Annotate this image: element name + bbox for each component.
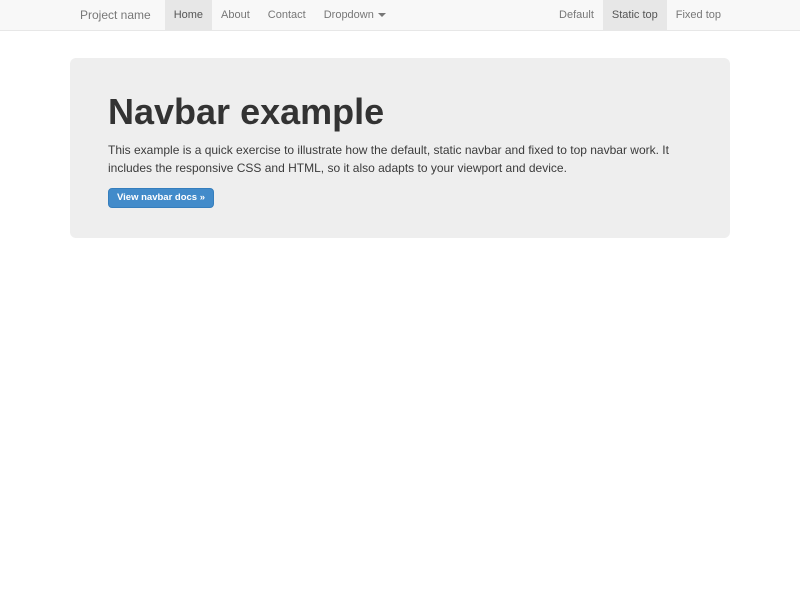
nav-item-fixed-top[interactable]: Fixed top	[667, 0, 730, 30]
nav-item-dropdown[interactable]: Dropdown	[315, 0, 395, 30]
nav-item-dropdown-label: Dropdown	[324, 9, 374, 21]
nav-item-static-top[interactable]: Static top	[603, 0, 667, 30]
navbar-brand[interactable]: Project name	[70, 0, 165, 30]
top-navbar: Project name Home About Contact Dropdown…	[0, 0, 800, 31]
view-navbar-docs-button[interactable]: View navbar docs »	[108, 188, 214, 208]
navbar-left-nav: Home About Contact Dropdown	[165, 0, 395, 30]
nav-item-contact[interactable]: Contact	[259, 0, 315, 30]
nav-item-default[interactable]: Default	[550, 0, 603, 30]
jumbotron: Navbar example This example is a quick e…	[70, 58, 730, 238]
nav-item-about[interactable]: About	[212, 0, 259, 30]
nav-item-home[interactable]: Home	[165, 0, 212, 30]
page-description: This example is a quick exercise to illu…	[108, 141, 688, 178]
page-title: Navbar example	[108, 92, 692, 132]
navbar-container: Project name Home About Contact Dropdown…	[70, 0, 730, 30]
main-container: Navbar example This example is a quick e…	[70, 58, 730, 238]
navbar-right-nav: Default Static top Fixed top	[550, 0, 730, 30]
caret-down-icon	[378, 13, 386, 17]
